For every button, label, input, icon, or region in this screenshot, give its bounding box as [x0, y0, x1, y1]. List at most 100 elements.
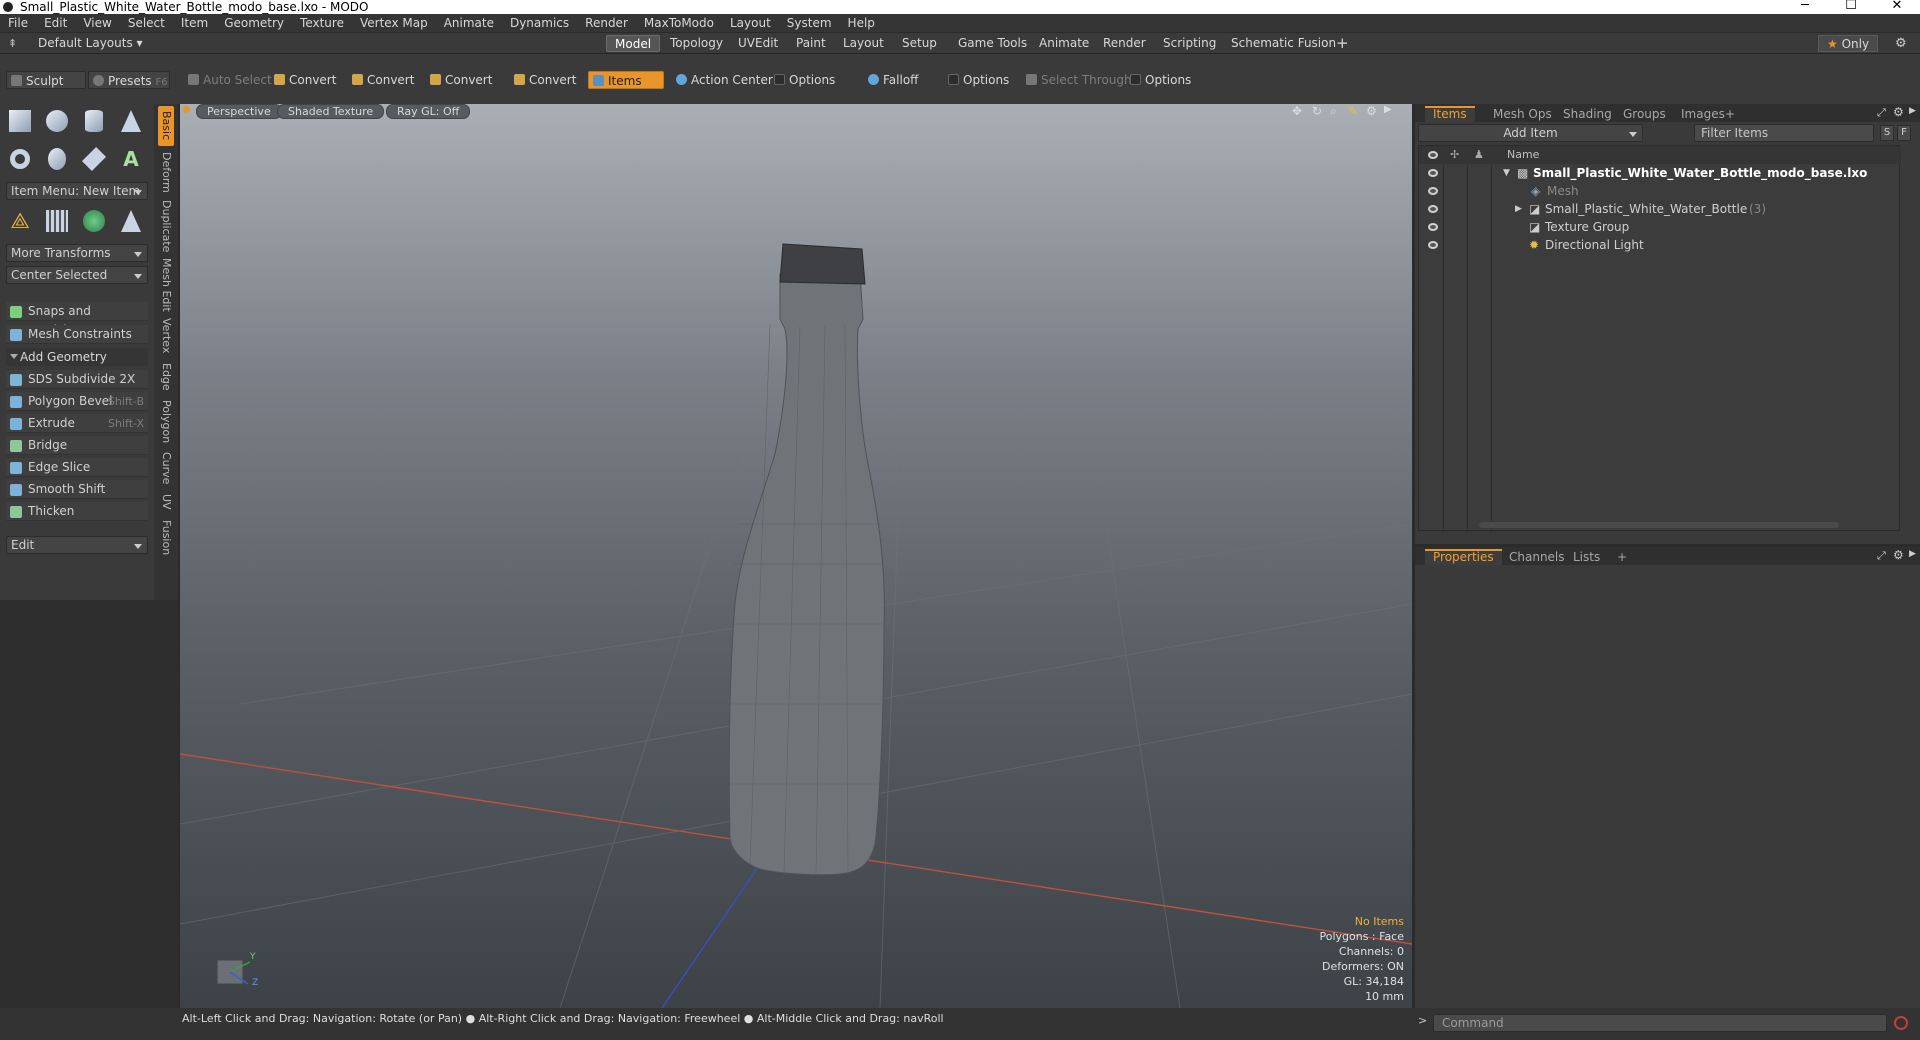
collapse-arrow-icon[interactable]: ▼	[1503, 164, 1510, 182]
name-column-header[interactable]: Name	[1507, 146, 1539, 164]
visibility-eye-icon[interactable]	[1428, 241, 1438, 249]
vtab-fusion[interactable]: Fusion	[158, 518, 174, 558]
menu-select[interactable]: Select	[120, 16, 173, 30]
tree-row-texture-group[interactable]: ◪ Texture Group	[1419, 218, 1901, 236]
vtab-curve[interactable]: Curve	[158, 450, 174, 486]
edge-slice-button[interactable]: Edge Slice	[6, 458, 148, 477]
tab-scripting[interactable]: Scripting	[1155, 35, 1224, 52]
options-button-1[interactable]: Options	[770, 71, 835, 89]
vtab-vertex[interactable]: Vertex	[158, 316, 174, 356]
add-geometry-section[interactable]: Add Geometry	[6, 348, 148, 366]
default-layouts-dropdown[interactable]: Default Layouts ▾	[30, 35, 151, 52]
thicken-button[interactable]: Thicken	[6, 502, 148, 521]
sphere-icon[interactable]	[42, 106, 72, 136]
3d-viewport[interactable]: Y Z Perspective Shaded Texture Ray GL: O…	[180, 104, 1412, 1008]
menu-maxtomodo[interactable]: MaxToModo	[636, 16, 722, 30]
bridge-button[interactable]: Bridge	[6, 436, 148, 455]
transform-icon[interactable]: ⟁	[5, 206, 35, 236]
visibility-eye-icon[interactable]	[1428, 187, 1438, 195]
options-button-2[interactable]: Options	[944, 71, 1009, 89]
tab-model[interactable]: Model	[606, 35, 661, 52]
tab-uvedit[interactable]: UVEdit	[730, 35, 786, 52]
grid-icon[interactable]	[42, 206, 72, 236]
vtab-edge[interactable]: Edge	[158, 360, 174, 394]
convert-button-4[interactable]: Convert	[510, 71, 576, 89]
tab-topology[interactable]: Topology	[662, 35, 731, 52]
text-icon[interactable]: A	[116, 144, 146, 174]
tab-paint[interactable]: Paint	[788, 35, 834, 52]
minimize-button[interactable]: ─	[1782, 0, 1828, 14]
extrude-button[interactable]: Extrude Shift-X	[6, 414, 148, 433]
panel-menu-icon[interactable]: ▶	[1909, 549, 1916, 559]
sculpt-button[interactable]: Sculpt	[6, 71, 86, 89]
expand-arrow-icon[interactable]: ▶	[1515, 200, 1522, 218]
cone-icon[interactable]	[116, 106, 146, 136]
visibility-eye-icon[interactable]	[1428, 223, 1438, 231]
menu-geometry[interactable]: Geometry	[216, 16, 292, 30]
smooth-shift-button[interactable]: Smooth Shift	[6, 480, 148, 499]
menu-render[interactable]: Render	[577, 16, 636, 30]
menu-file[interactable]: File	[0, 16, 36, 30]
tree-row-directional-light[interactable]: ✹ Directional Light	[1419, 236, 1901, 254]
vtab-deform[interactable]: Deform	[158, 150, 174, 194]
convert-button-1[interactable]: Convert	[270, 71, 336, 89]
tab-mesh-ops[interactable]: Mesh Ops	[1485, 106, 1560, 122]
menu-animate[interactable]: Animate	[436, 16, 502, 30]
center-selected-dropdown[interactable]: Center Selected	[6, 266, 148, 284]
tree-row-bottle-group[interactable]: ▶ ◪ Small_Plastic_White_Water_Bottle (3)	[1419, 200, 1901, 218]
more-transforms-dropdown[interactable]: More Transforms	[6, 244, 148, 262]
settings-view-icon[interactable]: ⚙	[1366, 104, 1377, 118]
convert-button-2[interactable]: Convert	[348, 71, 414, 89]
action-center-button[interactable]: Action Center	[672, 71, 773, 89]
sds-subdivide-button[interactable]: SDS Subdivide 2X	[6, 370, 148, 389]
tab-groups[interactable]: Groups	[1615, 106, 1674, 122]
tree-horizontal-scrollbar[interactable]	[1479, 522, 1839, 528]
add-tab-button[interactable]: +	[1328, 35, 1357, 52]
maximize-panel-icon[interactable]: ⤢	[1877, 106, 1886, 120]
perspective-button[interactable]: Perspective	[196, 104, 282, 119]
auto-select-button[interactable]: Auto Select	[184, 71, 272, 89]
zoom-view-icon[interactable]: ⌕	[1330, 104, 1337, 119]
layout-pin-icon[interactable]: ⇞	[8, 37, 17, 50]
brush-view-icon[interactable]: ✎	[1348, 104, 1358, 118]
filter-items-input[interactable]: Filter Items	[1694, 124, 1874, 142]
gear-icon[interactable]: ⚙	[1895, 36, 1907, 51]
menu-layout[interactable]: Layout	[722, 16, 779, 30]
tab-layout[interactable]: Layout	[835, 35, 892, 52]
tree-row-scene[interactable]: ▼ ▩ Small_Plastic_White_Water_Bottle_mod…	[1419, 164, 1901, 182]
tab-channels[interactable]: Channels	[1501, 549, 1573, 565]
expand-view-icon[interactable]: ▶	[1384, 104, 1392, 115]
maximize-button[interactable]: ☐	[1828, 0, 1874, 14]
convert-button-3[interactable]: Convert	[426, 71, 492, 89]
panel-gear-icon[interactable]: ⚙	[1893, 548, 1904, 562]
tree-row-mesh[interactable]: ◈ Mesh	[1419, 182, 1901, 200]
add-panel-tab-button[interactable]: +	[1717, 106, 1743, 122]
add-properties-tab-button[interactable]: +	[1609, 549, 1635, 565]
tab-properties[interactable]: Properties	[1425, 549, 1502, 565]
vtab-polygon[interactable]: Polygon	[158, 398, 174, 446]
presets-button[interactable]: Presets F6	[88, 71, 170, 89]
vtab-duplicate[interactable]: Duplicate	[158, 198, 174, 254]
move-view-icon[interactable]: ✥	[1292, 104, 1302, 118]
menu-edit[interactable]: Edit	[36, 16, 75, 30]
menu-texture[interactable]: Texture	[292, 16, 352, 30]
menu-help[interactable]: Help	[840, 16, 883, 30]
falloff-button[interactable]: Falloff	[864, 71, 918, 89]
menu-vertex-map[interactable]: Vertex Map	[352, 16, 436, 30]
vtab-mesh-edit[interactable]: Mesh Edit	[158, 258, 174, 312]
vtab-uv[interactable]: UV	[158, 490, 174, 514]
raygl-button[interactable]: Ray GL: Off	[386, 104, 471, 119]
tab-schematic-fusion[interactable]: Schematic Fusion	[1223, 35, 1344, 52]
edit-dropdown[interactable]: Edit	[6, 536, 148, 554]
visibility-eye-icon[interactable]	[1428, 205, 1438, 213]
globe-icon[interactable]	[79, 206, 109, 236]
menu-item[interactable]: Item	[173, 16, 216, 30]
add-item-dropdown[interactable]: Add Item	[1418, 124, 1643, 142]
snaps-and-precision-button[interactable]: Snaps and Precision	[6, 302, 148, 337]
record-icon[interactable]	[1894, 1016, 1908, 1030]
only-toggle[interactable]: ★ Only	[1818, 35, 1879, 52]
menu-view[interactable]: View	[75, 16, 119, 30]
maximize-panel-icon[interactable]: ⤢	[1877, 549, 1886, 563]
menu-dynamics[interactable]: Dynamics	[502, 16, 577, 30]
tab-render[interactable]: Render	[1095, 35, 1154, 52]
